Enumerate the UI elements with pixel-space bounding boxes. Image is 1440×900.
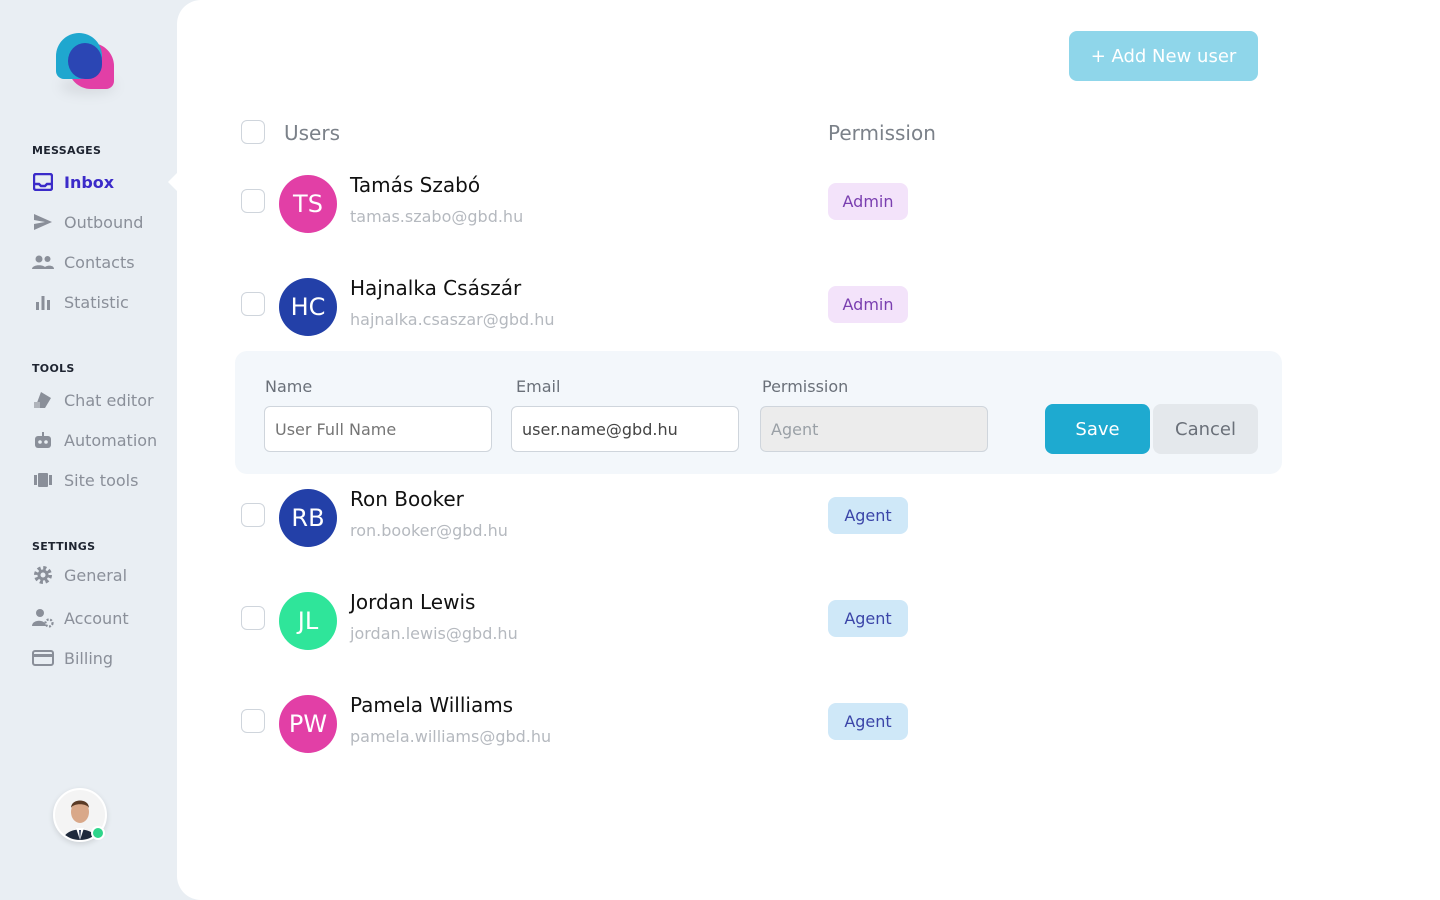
user-email: hajnalka.csaszar@gbd.hu [350, 310, 555, 329]
inbox-icon [32, 171, 54, 193]
sidebar-item-label: General [64, 565, 128, 585]
row-checkbox[interactable] [241, 709, 265, 733]
permission-badge: Agent [828, 600, 908, 637]
sidebar-item-automation[interactable]: Automation [32, 428, 172, 452]
section-label-tools: TOOLS [32, 362, 75, 375]
row-checkbox[interactable] [241, 503, 265, 527]
avatar: RB [279, 489, 337, 547]
user-email: tamas.szabo@gbd.hu [350, 207, 524, 226]
user-email: ron.booker@gbd.hu [350, 521, 508, 540]
sidebar-item-label: Account [64, 608, 129, 628]
site-tools-icon [32, 469, 54, 491]
row-checkbox[interactable] [241, 189, 265, 213]
table-row[interactable]: RB Ron Booker ron.booker@gbd.hu Agent [177, 484, 1440, 574]
table-row[interactable]: PW Pamela Williams pamela.williams@gbd.h… [177, 690, 1440, 780]
sidebar-item-label: Contacts [64, 252, 135, 272]
send-icon [32, 211, 54, 233]
column-header-permission: Permission [828, 121, 936, 145]
permission-badge: Agent [828, 497, 908, 534]
user-name: Tamás Szabó [350, 173, 481, 197]
column-header-users: Users [284, 121, 341, 145]
user-name: Pamela Williams [350, 693, 514, 717]
name-label: Name [265, 377, 313, 396]
cancel-button[interactable]: Cancel [1153, 404, 1258, 454]
sidebar-item-site-tools[interactable]: Site tools [32, 468, 172, 492]
user-name: Ron Booker [350, 487, 464, 511]
sidebar-item-label: Inbox [64, 172, 115, 192]
add-new-user-button[interactable]: + Add New user [1069, 31, 1258, 81]
robot-icon [32, 429, 54, 451]
sidebar-item-statistic[interactable]: Statistic [32, 290, 172, 314]
sidebar: MESSAGES Inbox Outbound Contacts Statist… [0, 0, 177, 900]
sidebar-item-inbox[interactable]: Inbox [32, 170, 172, 194]
sidebar-item-outbound[interactable]: Outbound [32, 210, 172, 234]
user-name: Jordan Lewis [350, 590, 476, 614]
sidebar-item-label: Site tools [64, 470, 139, 490]
section-label-messages: MESSAGES [32, 144, 102, 157]
user-email: jordan.lewis@gbd.hu [350, 624, 518, 643]
sidebar-item-billing[interactable]: Billing [32, 646, 172, 670]
table-row[interactable]: TS Tamás Szabó tamas.szabo@gbd.hu Admin [177, 170, 1440, 260]
name-input[interactable] [264, 406, 492, 452]
user-name: Hajnalka Császár [350, 276, 522, 300]
credit-card-icon [32, 647, 54, 669]
table-row[interactable]: HC Hajnalka Császár hajnalka.csaszar@gbd… [177, 273, 1440, 363]
email-input[interactable] [511, 406, 739, 452]
permission-label: Permission [762, 377, 849, 396]
avatar: TS [279, 175, 337, 233]
sidebar-item-account[interactable]: Account [32, 606, 172, 630]
account-settings-icon [32, 607, 54, 629]
select-all-checkbox[interactable] [241, 120, 265, 144]
row-checkbox[interactable] [241, 292, 265, 316]
app-logo[interactable] [56, 33, 114, 91]
chat-editor-icon [32, 389, 54, 411]
section-label-settings: SETTINGS [32, 540, 96, 553]
sidebar-item-general[interactable]: General [32, 563, 172, 587]
gear-icon [32, 564, 54, 586]
email-label: Email [516, 377, 561, 396]
sidebar-item-label: Automation [64, 430, 158, 450]
main-panel: + Add New user Users Permission TS Tamás… [177, 0, 1440, 900]
sidebar-item-label: Billing [64, 648, 114, 668]
row-checkbox[interactable] [241, 606, 265, 630]
avatar: HC [279, 278, 337, 336]
avatar: JL [279, 592, 337, 650]
contacts-icon [32, 251, 54, 273]
active-nav-pointer [168, 173, 177, 191]
bar-chart-icon [32, 291, 54, 313]
save-button[interactable]: Save [1045, 404, 1150, 454]
online-status-indicator [91, 826, 105, 840]
sidebar-item-contacts[interactable]: Contacts [32, 250, 172, 274]
sidebar-item-label: Chat editor [64, 390, 154, 410]
permission-badge: Admin [828, 286, 908, 323]
sidebar-item-label: Statistic [64, 292, 129, 312]
add-user-form: Name Email Permission Save Cancel [235, 351, 1282, 474]
avatar: PW [279, 695, 337, 753]
permission-badge: Admin [828, 183, 908, 220]
user-email: pamela.williams@gbd.hu [350, 727, 552, 746]
sidebar-item-label: Outbound [64, 212, 144, 232]
sidebar-item-chat-editor[interactable]: Chat editor [32, 388, 172, 412]
permission-badge: Agent [828, 703, 908, 740]
table-row[interactable]: JL Jordan Lewis jordan.lewis@gbd.hu Agen… [177, 587, 1440, 677]
permission-select[interactable] [760, 406, 988, 452]
